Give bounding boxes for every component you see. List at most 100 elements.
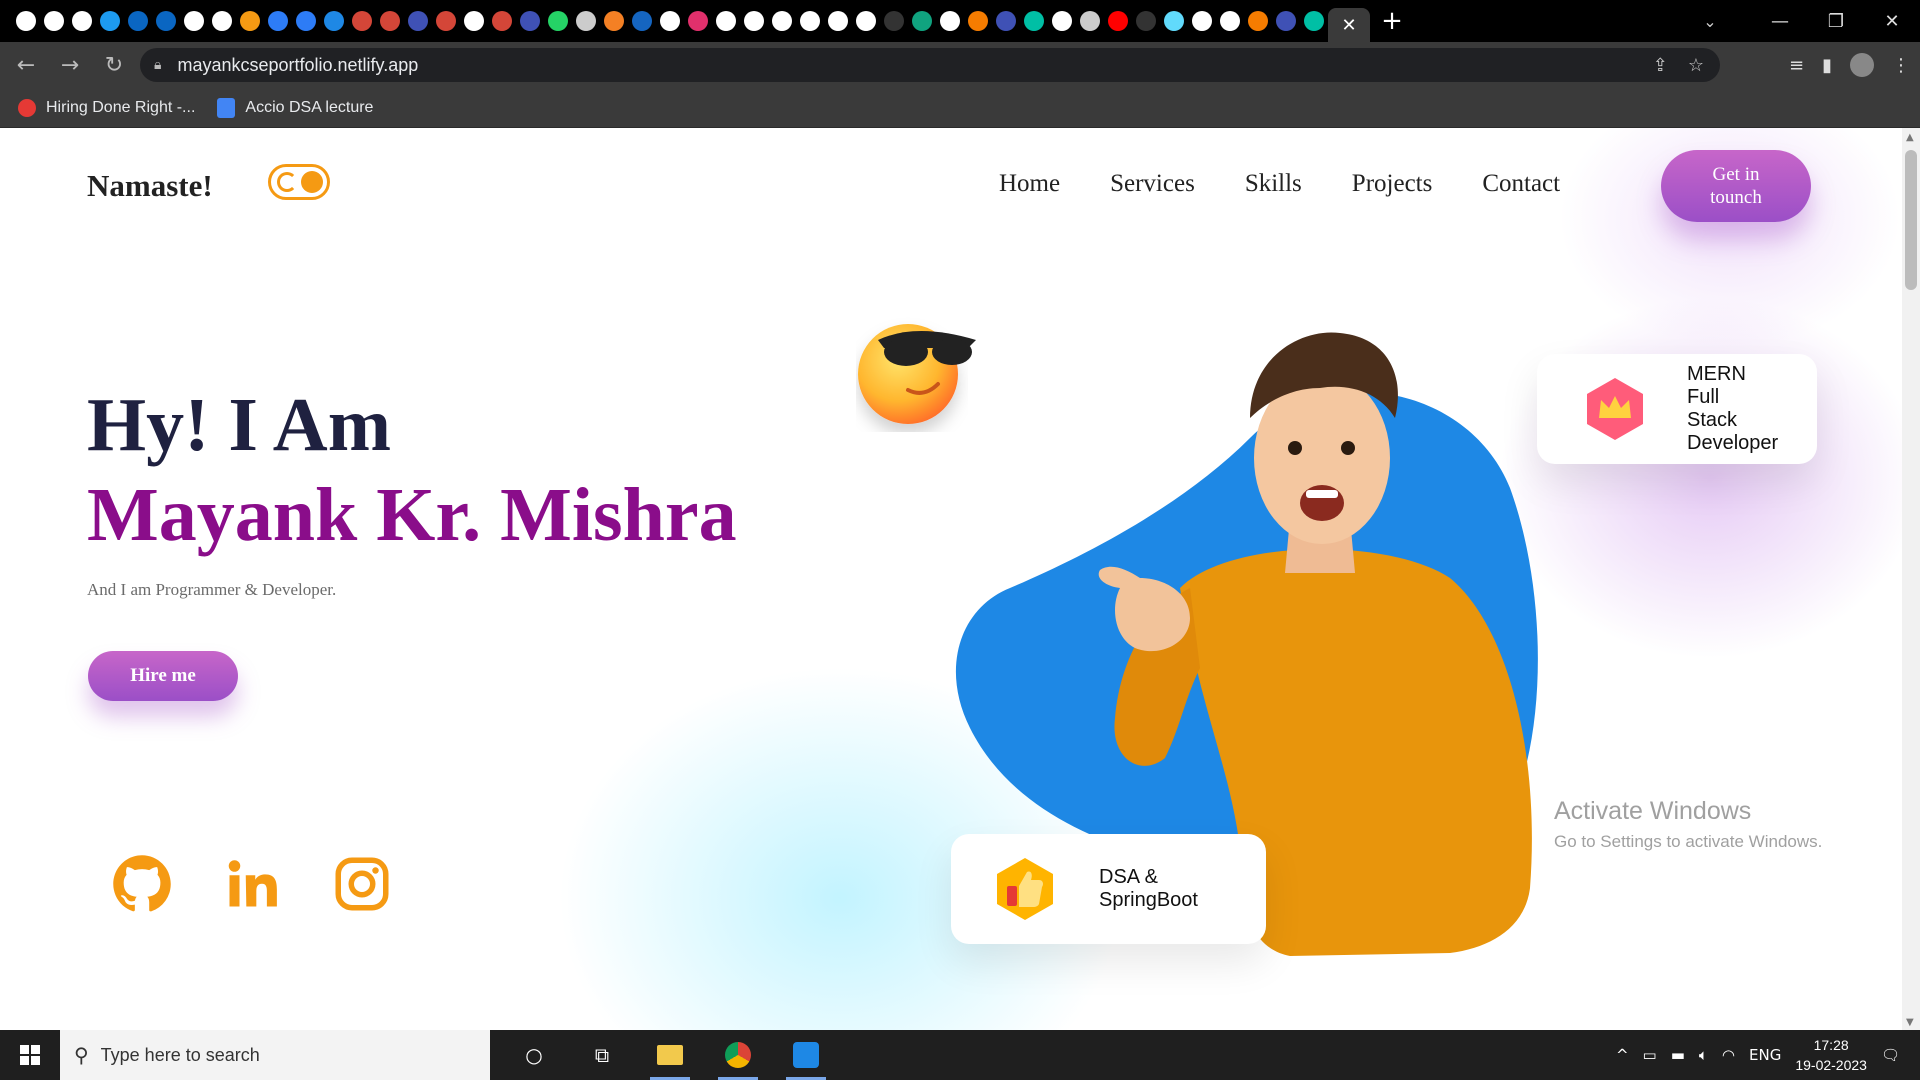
nav-contact[interactable]: Contact [1482, 170, 1560, 198]
restore-icon[interactable]: ❐ [1808, 0, 1864, 42]
browser-tab[interactable] [1188, 0, 1216, 42]
nav-projects[interactable]: Projects [1352, 170, 1433, 198]
wifi-icon[interactable]: ◠ [1722, 1046, 1735, 1064]
close-window-icon[interactable]: ✕ [1864, 0, 1920, 42]
bookmark-hiring[interactable]: Hiring Done Right -... [18, 98, 195, 117]
browser-tab[interactable] [488, 0, 516, 42]
media-icon[interactable]: ≡ [1789, 55, 1804, 76]
vscode-icon[interactable] [782, 1030, 830, 1080]
browser-tab[interactable] [824, 0, 852, 42]
tab-favicon-icon [884, 11, 904, 31]
browser-tab[interactable] [12, 0, 40, 42]
back-icon[interactable]: ← [8, 47, 44, 83]
browser-tab[interactable] [404, 0, 432, 42]
network-icon[interactable]: ▭ [1643, 1046, 1657, 1064]
share-icon[interactable]: ⇪ [1653, 55, 1668, 76]
bookmark-favicon-icon [18, 98, 36, 117]
browser-tab[interactable] [1272, 0, 1300, 42]
minimize-icon[interactable]: — [1752, 0, 1808, 42]
chrome-icon[interactable] [714, 1030, 762, 1080]
browser-tab[interactable] [1300, 0, 1328, 42]
browser-tab[interactable] [964, 0, 992, 42]
task-view-icon[interactable]: ⧉ [578, 1030, 626, 1080]
hire-me-button[interactable]: Hire me [88, 651, 238, 701]
profile-avatar[interactable] [1850, 53, 1874, 77]
cortana-icon[interactable]: ○ [510, 1030, 558, 1080]
active-tab-close-icon[interactable]: ✕ [1328, 8, 1370, 42]
browser-tab[interactable] [516, 0, 544, 42]
browser-tab[interactable] [236, 0, 264, 42]
browser-tab[interactable] [656, 0, 684, 42]
browser-tab[interactable] [572, 0, 600, 42]
start-button[interactable] [0, 1030, 60, 1080]
browser-tab[interactable] [68, 0, 96, 42]
browser-tab[interactable] [348, 0, 376, 42]
file-explorer-icon[interactable] [646, 1030, 694, 1080]
tray-chevron-icon[interactable]: ^ [1616, 1046, 1629, 1064]
nav-home[interactable]: Home [999, 170, 1060, 198]
nav-services[interactable]: Services [1110, 170, 1195, 198]
browser-tab[interactable] [1244, 0, 1272, 42]
page-scrollbar[interactable]: ▲ ▼ [1902, 128, 1920, 1030]
url-text[interactable]: mayankcseportfolio.netlify.app [177, 55, 418, 76]
browser-tab[interactable] [544, 0, 572, 42]
new-tab-icon[interactable]: + [1374, 0, 1410, 42]
scroll-down-icon[interactable]: ▼ [1906, 1017, 1914, 1028]
taskbar-search[interactable]: ⚲ Type here to search [60, 1030, 490, 1080]
browser-tab[interactable] [320, 0, 348, 42]
browser-tab[interactable] [908, 0, 936, 42]
browser-tab[interactable] [880, 0, 908, 42]
tab-search-icon[interactable]: ⌄ [1690, 0, 1730, 42]
scroll-thumb[interactable] [1905, 150, 1917, 290]
bookmark-star-icon[interactable]: ☆ [1688, 55, 1704, 76]
browser-tab[interactable] [1132, 0, 1160, 42]
get-in-touch-button[interactable]: Get in tounch [1661, 150, 1811, 222]
volume-icon[interactable]: 🔈︎ [1699, 1046, 1708, 1064]
brand-logo[interactable]: Namaste! [87, 168, 213, 204]
browser-tab[interactable] [936, 0, 964, 42]
nav-skills[interactable]: Skills [1245, 170, 1302, 198]
browser-tab[interactable] [712, 0, 740, 42]
browser-tab[interactable] [96, 0, 124, 42]
browser-tab[interactable] [1020, 0, 1048, 42]
browser-tab[interactable] [208, 0, 236, 42]
browser-tab[interactable] [292, 0, 320, 42]
browser-tab[interactable] [684, 0, 712, 42]
browser-tab[interactable] [460, 0, 488, 42]
forward-icon[interactable]: → [52, 47, 88, 83]
browser-tab[interactable] [600, 0, 628, 42]
browser-tab[interactable] [992, 0, 1020, 42]
menu-icon[interactable]: ⋮ [1892, 55, 1910, 76]
browser-tab[interactable] [264, 0, 292, 42]
clock[interactable]: 17:28 19-02-2023 [1795, 1035, 1867, 1075]
instagram-icon[interactable] [332, 854, 392, 914]
browser-tab[interactable] [124, 0, 152, 42]
browser-tab[interactable] [740, 0, 768, 42]
battery-icon[interactable]: ▬ [1671, 1046, 1685, 1064]
browser-tab[interactable] [768, 0, 796, 42]
browser-tab[interactable] [628, 0, 656, 42]
browser-tab[interactable] [1216, 0, 1244, 42]
browser-tab[interactable] [796, 0, 824, 42]
theme-toggle[interactable] [268, 164, 330, 200]
browser-tab[interactable] [40, 0, 68, 42]
github-icon[interactable] [112, 854, 172, 914]
browser-tab[interactable] [432, 0, 460, 42]
language-indicator[interactable]: ENG [1749, 1046, 1781, 1064]
side-panel-icon[interactable]: ▮ [1822, 55, 1832, 76]
browser-tab[interactable] [152, 0, 180, 42]
reload-icon[interactable]: ↻ [96, 47, 132, 83]
browser-tab[interactable] [1076, 0, 1104, 42]
notifications-icon[interactable]: 🗨︎ [1881, 1046, 1900, 1064]
browser-tab[interactable] [1160, 0, 1188, 42]
bookmark-accio[interactable]: Accio DSA lecture [217, 97, 373, 118]
scroll-up-icon[interactable]: ▲ [1906, 132, 1914, 143]
browser-tab[interactable] [852, 0, 880, 42]
lock-icon[interactable]: 🔒︎ [154, 57, 161, 73]
browser-tab[interactable] [180, 0, 208, 42]
browser-tab[interactable] [1104, 0, 1132, 42]
linkedin-icon[interactable] [222, 854, 282, 914]
address-bar[interactable]: 🔒︎ mayankcseportfolio.netlify.app ⇪ ☆ [140, 48, 1720, 82]
browser-tab[interactable] [1048, 0, 1076, 42]
browser-tab[interactable] [376, 0, 404, 42]
